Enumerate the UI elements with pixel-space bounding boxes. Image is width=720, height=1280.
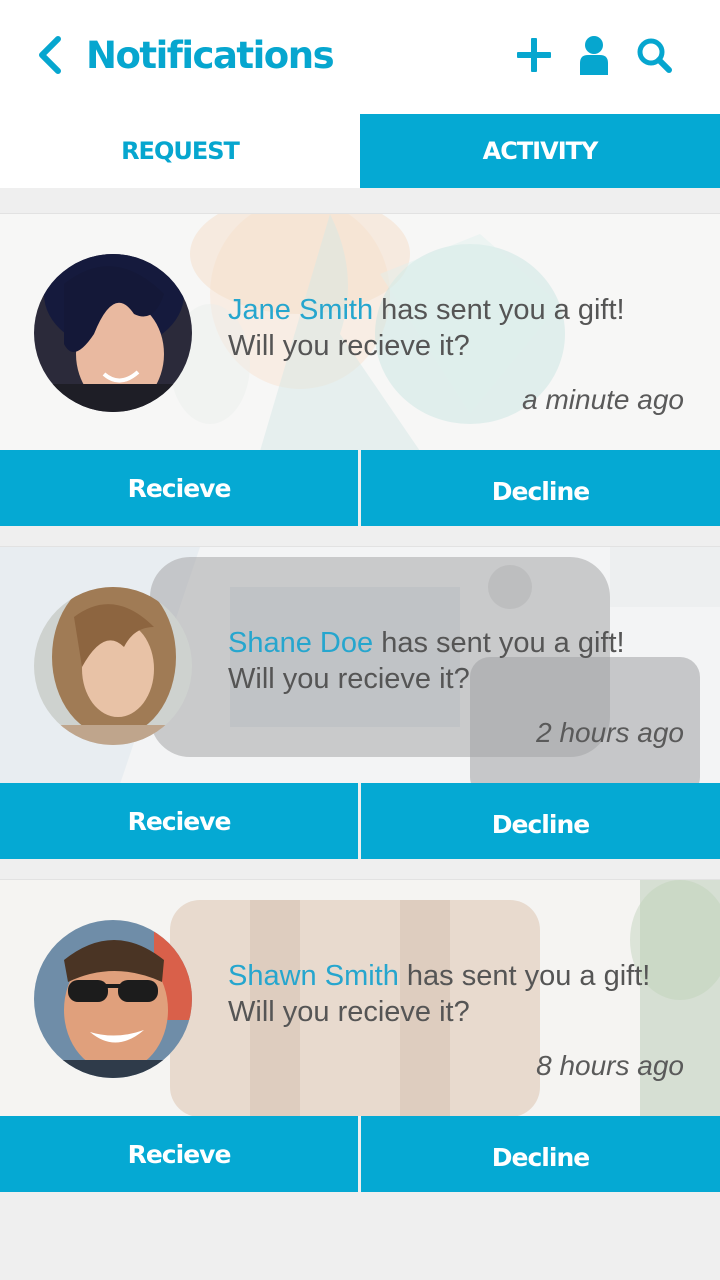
message-text: has sent you a gift! <box>381 627 625 659</box>
avatar[interactable] <box>34 587 192 745</box>
avatar-image <box>34 587 192 745</box>
timestamp: a minute ago <box>522 384 684 415</box>
notification-body: Jane Smith has sent you a gift! Will you… <box>0 213 720 450</box>
question-text: Will you recieve it? <box>228 330 470 362</box>
avatar-image <box>34 920 192 1078</box>
decline-button[interactable]: Decline <box>361 450 720 526</box>
avatar-image <box>34 254 192 412</box>
notification-body: Shawn Smith has sent you a gift! Will yo… <box>0 879 720 1116</box>
notification-message: Shawn Smith has sent you a gift! Will yo… <box>228 958 698 1030</box>
plus-icon <box>517 38 551 72</box>
user-icon <box>580 36 608 75</box>
notification-card: Jane Smith has sent you a gift! Will you… <box>0 213 720 528</box>
tab-activity[interactable]: ACTIVITY <box>360 114 720 188</box>
question-text: Will you recieve it? <box>228 663 470 695</box>
tab-bar: REQUEST ACTIVITY <box>0 114 720 188</box>
timestamp: 8 hours ago <box>536 1050 684 1081</box>
recieve-button[interactable]: Recieve <box>0 450 358 526</box>
recieve-button[interactable]: Recieve <box>0 783 358 859</box>
sender-name[interactable]: Shawn Smith <box>228 960 399 992</box>
notification-message: Shane Doe has sent you a gift! Will you … <box>228 625 698 697</box>
message-text: has sent you a gift! <box>381 294 625 326</box>
recieve-button[interactable]: Recieve <box>0 1116 358 1192</box>
notification-body: Shane Doe has sent you a gift! Will you … <box>0 546 720 783</box>
search-icon <box>637 38 672 73</box>
question-text: Will you recieve it? <box>228 996 470 1028</box>
decline-button[interactable]: Decline <box>361 1116 720 1192</box>
page-title: Notifications <box>86 34 335 77</box>
notification-message: Jane Smith has sent you a gift! Will you… <box>228 292 698 364</box>
back-button[interactable] <box>30 33 70 77</box>
tab-request[interactable]: REQUEST <box>0 114 360 188</box>
add-button[interactable] <box>512 32 556 78</box>
search-button[interactable] <box>632 32 676 78</box>
timestamp: 2 hours ago <box>536 717 684 748</box>
avatar[interactable] <box>34 920 192 1078</box>
decline-button[interactable]: Decline <box>361 783 720 859</box>
app-header: Notifications <box>0 0 720 114</box>
sender-name[interactable]: Jane Smith <box>228 294 373 326</box>
avatar[interactable] <box>34 254 192 412</box>
profile-button[interactable] <box>572 32 616 78</box>
chevron-left-icon <box>39 36 61 74</box>
notification-card: Shawn Smith has sent you a gift! Will yo… <box>0 879 720 1194</box>
message-text: has sent you a gift! <box>406 960 651 992</box>
notification-card: Shane Doe has sent you a gift! Will you … <box>0 546 720 861</box>
sender-name[interactable]: Shane Doe <box>228 627 373 659</box>
